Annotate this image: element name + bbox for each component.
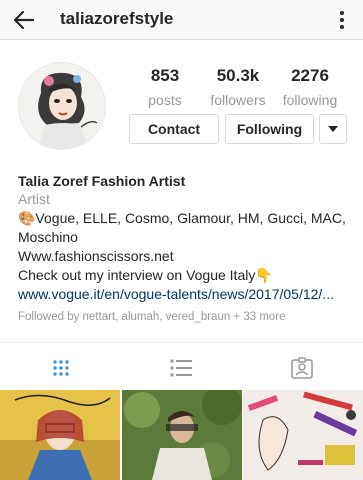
following-count: 2276	[291, 66, 329, 85]
profile-tabs	[0, 342, 363, 390]
following-button[interactable]: Following	[225, 114, 314, 144]
full-name: Talia Zoref Fashion Artist	[18, 173, 186, 189]
followers-count: 50.3k	[216, 66, 260, 85]
bio-interview-text: Check out my interview on Vogue Italy👇	[18, 267, 273, 283]
more-vertical-icon	[340, 11, 344, 29]
grid-icon	[53, 360, 69, 376]
photo-grid	[0, 390, 363, 480]
back-button[interactable]	[10, 6, 38, 34]
profile-bio: Talia Zoref Fashion Artist Artist 🎨Vogue…	[18, 172, 358, 325]
profile-avatar[interactable]	[18, 62, 106, 150]
posts-stat[interactable]: 853 posts	[125, 66, 205, 108]
contact-button[interactable]: Contact	[129, 114, 219, 144]
photo-thumbnail-2[interactable]	[122, 390, 242, 480]
arrow-left-icon	[14, 11, 34, 29]
followers-stat[interactable]: 50.3k followers	[198, 66, 278, 108]
makeup-products-thumbnail	[243, 390, 363, 480]
bio-website: Www.fashionscissors.net	[18, 248, 174, 264]
tab-list[interactable]	[169, 357, 193, 379]
photo-thumbnail-1[interactable]	[0, 390, 120, 480]
external-link[interactable]: www.vogue.it/en/vogue-talents/news/2017/…	[18, 285, 358, 304]
suggested-dropdown-button[interactable]	[319, 114, 347, 144]
caret-down-icon	[328, 126, 338, 132]
following-stat[interactable]: 2276 following	[270, 66, 350, 108]
photo-thumbnail-3[interactable]	[243, 390, 363, 480]
profile-username: taliazorefstyle	[60, 9, 174, 28]
tab-grid[interactable]	[49, 357, 73, 379]
tab-tagged[interactable]	[290, 357, 314, 379]
posts-count: 853	[150, 66, 180, 85]
avatar-illustration	[19, 63, 105, 149]
bio-brands-line: 🎨Vogue, ELLE, Cosmo, Glamour, HM, Gucci,…	[18, 210, 346, 226]
category-label: Artist	[18, 191, 50, 207]
list-icon	[170, 359, 192, 377]
followed-by-text[interactable]: Followed by nettart, alumah, vered_braun…	[18, 310, 358, 325]
top-bar: taliazorefstyle	[0, 0, 363, 40]
garden-photo-thumbnail	[122, 390, 242, 480]
following-label: following	[282, 92, 338, 108]
bio-brands-line-2: Moschino	[18, 229, 78, 245]
tagged-icon	[291, 357, 313, 379]
fashion-illustration-thumbnail	[0, 390, 120, 480]
posts-label: posts	[148, 92, 182, 108]
followers-label: followers	[210, 92, 266, 108]
more-options-button[interactable]	[335, 6, 349, 34]
